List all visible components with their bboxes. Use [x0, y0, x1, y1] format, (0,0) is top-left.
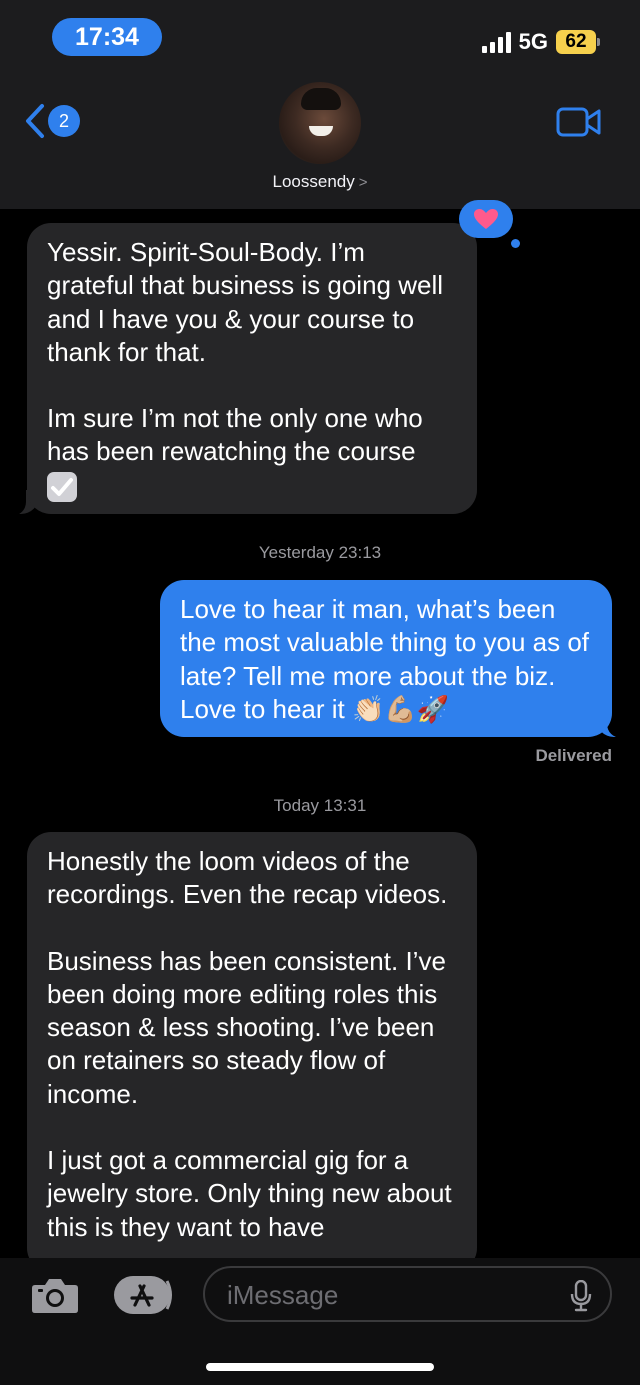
tapback-tail [511, 239, 520, 248]
battery-icon: 62 [556, 30, 600, 54]
home-indicator[interactable] [206, 1363, 434, 1371]
status-indicators: 5G 62 [481, 28, 600, 56]
microphone-icon[interactable] [570, 1280, 592, 1312]
imessage-field[interactable] [203, 1266, 612, 1322]
message-text: Yessir. Spirit-Soul-Body. I’m grateful t… [47, 237, 451, 367]
message-text: I just got a commercial gig for a jewelr… [47, 1145, 459, 1242]
incoming-message[interactable]: Yessir. Spirit-Soul-Body. I’m grateful t… [27, 223, 477, 514]
unread-badge: 2 [48, 105, 80, 137]
message-text: Im sure I’m not the only one who has bee… [47, 403, 430, 467]
chevron-right-icon: > [358, 174, 368, 191]
battery-level: 62 [556, 30, 596, 54]
camera-button[interactable] [30, 1276, 80, 1319]
message-input[interactable] [225, 1278, 569, 1312]
facetime-video-button[interactable] [556, 106, 602, 143]
incoming-message[interactable]: Honestly the loom videos of the recordin… [27, 832, 477, 1272]
conversation-header: 17:34 5G 62 2 Loossendy > [0, 0, 640, 209]
delivery-status: Delivered [535, 746, 612, 765]
contact-name: Loossendy [272, 172, 355, 191]
app-store-icon [114, 1276, 172, 1314]
outgoing-message[interactable]: Love to hear it man, what’s been the mos… [160, 580, 612, 737]
heart-tapback[interactable] [459, 200, 513, 238]
back-chevron-icon [26, 104, 44, 138]
timestamp-today: Today 13:31 [273, 796, 367, 815]
network-type: 5G [518, 29, 548, 54]
message-text: Business has been consistent. I’ve been … [47, 945, 454, 1109]
timestamp-yesterday: Yesterday 23:13 [258, 543, 382, 562]
heart-icon [474, 209, 498, 229]
check-mark-icon [47, 471, 77, 502]
status-time[interactable]: 17:34 [52, 18, 162, 56]
back-button[interactable]: 2 [24, 103, 80, 139]
camera-icon [32, 1279, 78, 1313]
video-camera-icon [556, 107, 601, 137]
app-store-button[interactable] [113, 1275, 175, 1320]
cellular-signal-icon [481, 31, 511, 53]
message-text: Love to hear it man, what’s been the mos… [180, 594, 597, 724]
contact-name-button[interactable]: Loossendy > [0, 172, 640, 192]
message-text: Honestly the loom videos of the recordin… [47, 846, 448, 910]
contact-avatar[interactable] [279, 82, 361, 164]
